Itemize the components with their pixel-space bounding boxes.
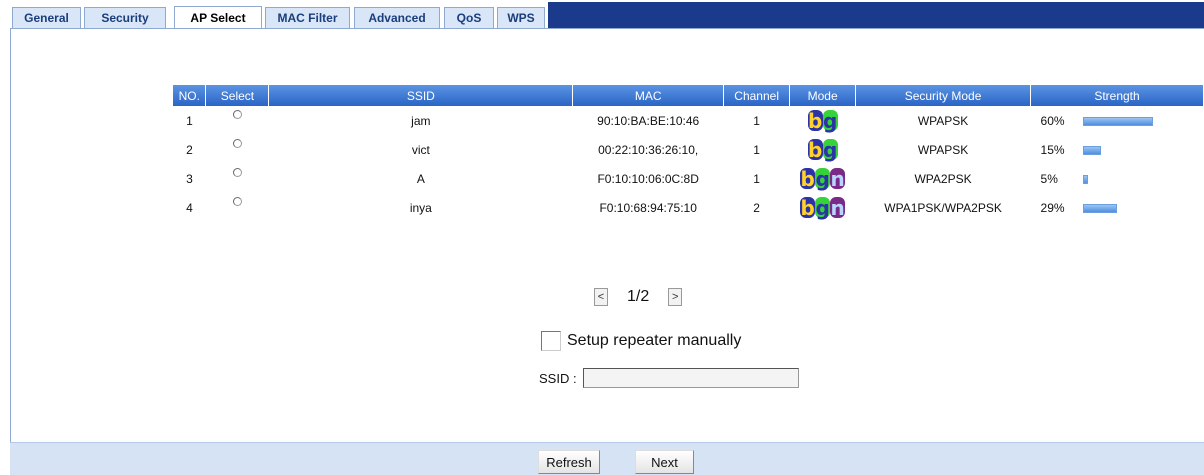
tab-ap-select[interactable]: AP Select (174, 6, 262, 29)
col-no: NO. (173, 85, 207, 106)
col-strength: Strength (1030, 85, 1204, 106)
mode-b-icon: b (800, 166, 816, 191)
mode-b-icon: b (807, 137, 823, 162)
table-row: 4 inya F0:10:68:94:75:10 2 bgn WPA1PSK/W… (173, 193, 1204, 222)
cell-strength: 29% (1031, 193, 1204, 222)
col-mac: MAC (572, 85, 725, 106)
tab-advanced[interactable]: Advanced (354, 7, 440, 28)
cell-ssid: A (416, 171, 425, 186)
strength-bar (1082, 145, 1101, 155)
tab-qos[interactable]: QoS (444, 7, 494, 28)
next-button[interactable]: Next (635, 450, 694, 474)
cell-no: 3 (186, 171, 193, 186)
cell-channel: 2 (753, 200, 760, 215)
cell-mode: bg (790, 106, 856, 135)
cell-select (206, 193, 269, 222)
cell-no: 2 (186, 142, 193, 157)
ssid-input[interactable] (582, 368, 799, 388)
col-mode: Mode (789, 85, 857, 106)
col-select: Select (205, 85, 270, 106)
strength-bar (1082, 203, 1117, 213)
mode-badges: bg (807, 137, 838, 162)
cell-select (206, 135, 269, 164)
cell-security: WPA1PSK/WPA2PSK (884, 200, 1002, 215)
cell-security: WPAPSK (917, 142, 969, 157)
cell-channel: 1 (753, 113, 760, 128)
page-indicator: 1/2 (627, 288, 650, 305)
strength-percent: 15% (1040, 142, 1065, 157)
mode-g-icon: g (815, 195, 831, 220)
cell-ssid: vict (411, 142, 430, 157)
ap-table: NO. Select SSID MAC Channel Mode Securit… (173, 85, 1204, 222)
tab-mac-filter[interactable]: MAC Filter (265, 7, 350, 28)
tab-strip (548, 2, 1204, 28)
cell-security: WPAPSK (917, 113, 969, 128)
cell-ssid: inya (409, 200, 432, 215)
cell-select (206, 106, 269, 135)
strength-bar (1082, 174, 1088, 184)
pagination: < 1/2 > (594, 288, 683, 306)
manual-repeater-checkbox[interactable] (541, 331, 561, 351)
cell-strength: 15% (1031, 135, 1204, 164)
ssid-row: SSID : (539, 368, 799, 388)
manual-repeater-option: Setup repeater manually (541, 331, 741, 351)
cell-mac: 00:22:10:36:26:10, (598, 142, 699, 157)
cell-strength: 60% (1031, 106, 1204, 135)
ssid-label: SSID : (539, 370, 577, 386)
cell-security: WPA2PSK (914, 171, 972, 186)
strength-percent: 60% (1040, 113, 1065, 128)
strength-percent: 5% (1040, 171, 1058, 186)
tab-security[interactable]: Security (84, 7, 166, 28)
cell-no: 4 (186, 200, 193, 215)
tab-wps[interactable]: WPS (497, 7, 545, 28)
cell-mode: bgn (790, 193, 856, 222)
cell-mac: F0:10:10:06:0C:8D (597, 171, 699, 186)
col-security-mode: Security Mode (855, 85, 1032, 106)
refresh-button[interactable]: Refresh (538, 450, 600, 474)
select-radio[interactable] (232, 109, 242, 119)
cell-no: 1 (186, 113, 193, 128)
prev-page-button[interactable]: < (594, 288, 608, 306)
table-row: 1 jam 90:10:BA:BE:10:46 1 bg WPAPSK 60% (173, 106, 1204, 135)
strength-percent: 29% (1040, 200, 1065, 215)
select-radio[interactable] (232, 196, 242, 206)
cell-mac: 90:10:BA:BE:10:46 (597, 113, 700, 128)
mode-g-icon: g (822, 137, 838, 162)
mode-badges: bgn (800, 195, 846, 220)
mode-b-icon: b (807, 108, 823, 133)
cell-channel: 1 (753, 142, 760, 157)
col-channel: Channel (723, 85, 791, 106)
mode-g-icon: g (822, 108, 838, 133)
mode-badges: bgn (800, 166, 846, 191)
table-row: 2 vict 00:22:10:36:26:10, 1 bg WPAPSK 15… (173, 135, 1204, 164)
cell-select (206, 164, 269, 193)
cell-mode: bgn (790, 164, 856, 193)
mode-b-icon: b (800, 195, 816, 220)
tab-general[interactable]: General (12, 7, 81, 28)
tab-bar: General Security AP Select MAC Filter Ad… (0, 0, 1204, 29)
select-radio[interactable] (232, 138, 242, 148)
cell-strength: 5% (1031, 164, 1204, 193)
cell-channel: 1 (753, 171, 760, 186)
col-ssid: SSID (268, 85, 574, 106)
mode-n-icon: n (830, 195, 846, 220)
manual-repeater-label: Setup repeater manually (567, 332, 742, 349)
mode-n-icon: n (830, 166, 846, 191)
select-radio[interactable] (232, 167, 242, 177)
table-header-row: NO. Select SSID MAC Channel Mode Securit… (173, 85, 1204, 106)
cell-ssid: jam (411, 113, 431, 128)
mode-badges: bg (807, 108, 838, 133)
cell-mac: F0:10:68:94:75:10 (599, 200, 697, 215)
button-bar: Refresh Next (10, 442, 1204, 475)
table-row: 3 A F0:10:10:06:0C:8D 1 bgn WPA2PSK 5% (173, 164, 1204, 193)
strength-bar (1082, 116, 1153, 126)
next-page-button[interactable]: > (668, 288, 683, 306)
mode-g-icon: g (815, 166, 831, 191)
cell-mode: bg (790, 135, 856, 164)
